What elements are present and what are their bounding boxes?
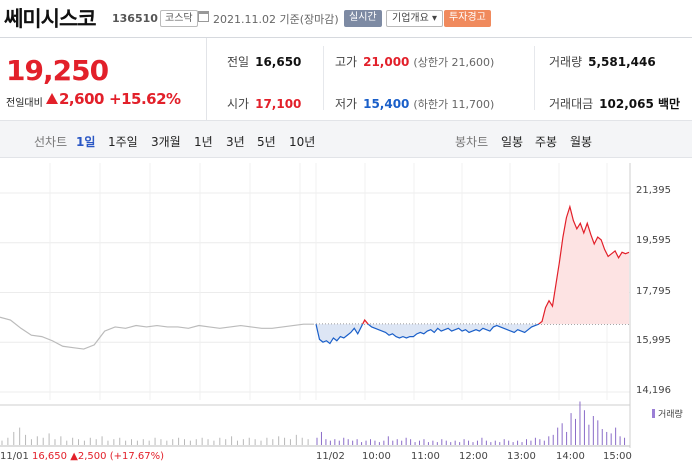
- stat-label: 시가: [227, 97, 250, 111]
- prev-day-line: [0, 316, 314, 350]
- y-tick-label: 15,995: [636, 335, 671, 346]
- tab-10y[interactable]: 10년: [289, 133, 315, 150]
- y-tick-label: 17,795: [636, 286, 671, 297]
- stat-value: 15,400: [363, 97, 410, 111]
- line-chart-label: 선차트: [34, 135, 68, 149]
- stat-label: 거래대금: [549, 97, 594, 111]
- tab-1w[interactable]: 1주일: [108, 133, 138, 150]
- tab-daily[interactable]: 일봉: [501, 133, 523, 150]
- upper-limit: (상한가 21,600): [413, 56, 495, 69]
- stat-prev-close: 전일 16,650: [227, 53, 301, 70]
- volume-swatch: [652, 409, 655, 418]
- stat-high: 고가 21,000 (상한가 21,600): [335, 53, 494, 70]
- x-tick-label: 10:00: [362, 451, 391, 462]
- x-tick-label: 11:00: [411, 451, 440, 462]
- price-change-percent: +15.62%: [109, 90, 181, 108]
- tab-monthly[interactable]: 월봉: [570, 133, 592, 150]
- stat-value: 21,000: [363, 55, 410, 69]
- price-summary: 19,250 전일대비 2,600 +15.62%: [0, 38, 207, 120]
- tab-3m[interactable]: 3개월: [151, 133, 181, 150]
- volume-legend: 거래량: [652, 407, 683, 420]
- stock-header: 쎄미시스코 136510 코스닥 2021.11.02 기준(장마감) 실시간 …: [0, 0, 692, 38]
- x-tick-label: 14:00: [556, 451, 585, 462]
- prev-day-change: ▲2,500 (+17.67%): [70, 451, 165, 462]
- prev-day-info: 11/01 16,650 ▲2,500 (+17.67%): [0, 451, 164, 462]
- x-tick-label: 11/02: [316, 451, 345, 462]
- stat-value: 17,100: [255, 97, 302, 111]
- chart-period-tabs: 선차트 1일 1주일 3개월 1년 3년 5년 10년 봉차트 일봉 주봉 월봉: [0, 120, 692, 158]
- x-tick-label: 15:00: [603, 451, 632, 462]
- stat-label: 거래량: [549, 55, 583, 69]
- market-badge: 코스닥: [160, 10, 198, 27]
- stat-label: 저가: [335, 97, 358, 111]
- stat-value: 16,650: [255, 55, 302, 69]
- lower-limit: (하한가 11,700): [413, 98, 495, 111]
- y-tick-label: 19,595: [636, 235, 671, 246]
- stock-stats: 전일 16,650 고가 21,000 (상한가 21,600) 거래량 5,581,4…: [207, 38, 692, 120]
- y-tick-label: 14,196: [636, 385, 671, 396]
- tab-3y[interactable]: 3년: [226, 133, 245, 150]
- divider: [323, 46, 324, 110]
- stat-label: 전일: [227, 55, 250, 69]
- up-triangle-icon: [46, 93, 58, 104]
- x-tick-label: 13:00: [507, 451, 536, 462]
- y-tick-label: 21,395: [636, 185, 671, 196]
- stat-low: 저가 15,400 (하한가 11,700): [335, 95, 494, 112]
- stock-name: 쎄미시스코: [4, 7, 97, 31]
- candle-chart-label: 봉차트: [455, 135, 489, 149]
- current-price: 19,250: [6, 54, 109, 87]
- investment-warning-badge[interactable]: 투자경고: [444, 10, 491, 27]
- stat-amount: 거래대금 102,065 백만: [549, 95, 680, 112]
- tab-1d[interactable]: 1일: [76, 133, 95, 150]
- base-date: 2021.11.02 기준(장마감): [213, 13, 339, 26]
- stat-value: 102,065 백만: [599, 97, 681, 111]
- prev-day-date: 11/01: [0, 451, 29, 462]
- stock-code: 136510: [112, 12, 158, 25]
- price-chart[interactable]: 21,395 19,595 17,795 15,995 14,196 거래량 1…: [0, 158, 692, 473]
- stat-label: 고가: [335, 55, 358, 69]
- realtime-button[interactable]: 실시간: [344, 10, 382, 27]
- tab-5y[interactable]: 5년: [257, 133, 276, 150]
- stat-volume: 거래량 5,581,446: [549, 53, 656, 70]
- volume-legend-label: 거래량: [658, 410, 683, 420]
- tab-1y[interactable]: 1년: [194, 133, 213, 150]
- tab-weekly[interactable]: 주봉: [535, 133, 557, 150]
- stat-value: 5,581,446: [588, 55, 656, 69]
- x-tick-label: 12:00: [459, 451, 488, 462]
- stat-open: 시가 17,100: [227, 95, 301, 112]
- price-chart-svg: [0, 163, 631, 448]
- divider: [534, 46, 535, 110]
- price-change: 2,600: [59, 90, 104, 108]
- compare-label: 전일대비: [6, 98, 43, 109]
- prev-day-price: 16,650: [32, 451, 68, 462]
- calendar-icon: [198, 11, 209, 22]
- company-overview-button[interactable]: 기업개요 ▾: [386, 10, 443, 27]
